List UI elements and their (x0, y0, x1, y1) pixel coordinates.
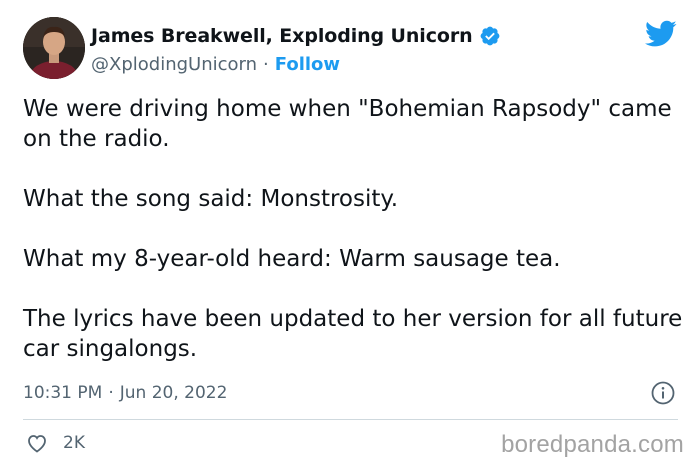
avatar-image (23, 17, 85, 79)
timestamp[interactable]: 10:31 PM · Jun 20, 2022 (23, 380, 227, 406)
heart-icon (28, 435, 46, 453)
like-count: 2K (63, 433, 85, 453)
verified-badge-icon (480, 26, 499, 46)
tweet-date: Jun 20, 2022 (119, 383, 228, 403)
info-icon[interactable] (650, 380, 676, 406)
tweet-paragraph: We were driving home when "Bohemian Raps… (23, 96, 672, 152)
avatar[interactable] (23, 17, 85, 79)
tweet-text: We were driving home when "Bohemian Raps… (23, 94, 688, 364)
timestamp-separator: · (108, 383, 114, 403)
display-name[interactable]: James Breakwell, Exploding Unicorn (91, 25, 473, 47)
handle-separator: · (263, 53, 269, 75)
author-block: James Breakwell, Exploding Unicorn @Xplo… (91, 23, 501, 77)
tweet-card: James Breakwell, Exploding Unicorn @Xplo… (0, 0, 700, 471)
twitter-bird-icon[interactable] (645, 20, 677, 48)
like-button[interactable]: 2K (25, 429, 85, 457)
tweet-paragraph: What my 8-year-old heard: Warm sausage t… (23, 246, 561, 272)
divider (23, 419, 678, 420)
handle[interactable]: @XplodingUnicorn (91, 54, 257, 75)
tweet-paragraph: What the song said: Monstrosity. (23, 186, 399, 212)
follow-button[interactable]: Follow (275, 54, 340, 75)
tweet-paragraph: The lyrics have been updated to her vers… (23, 306, 683, 362)
watermark: boredpanda.com (501, 431, 684, 458)
tweet-time: 10:31 PM (23, 383, 103, 403)
